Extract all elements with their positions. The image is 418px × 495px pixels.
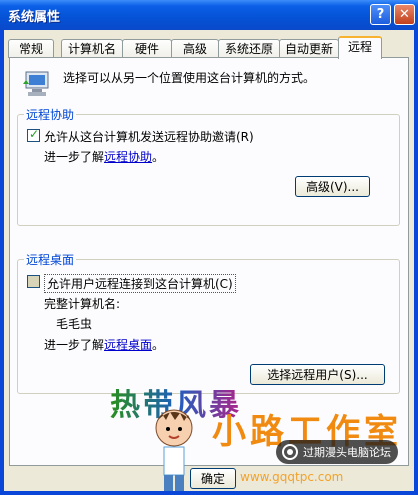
remote-desktop-link[interactable]: 远程桌面	[104, 338, 152, 352]
close-icon: ✕	[399, 7, 410, 22]
computer-name-label: 完整计算机名:	[44, 297, 121, 311]
help-button[interactable]: ?	[370, 4, 391, 25]
remote-computer-icon	[23, 71, 49, 96]
remote-assistance-link[interactable]: 远程协助	[104, 150, 152, 164]
remote-desktop-learn-more: 进一步了解远程桌面。	[44, 338, 165, 352]
remote-desktop-group: 远程桌面 允许用户远程连接到这台计算机(C) 完整计算机名: 毛毛虫 进一步了解…	[17, 251, 400, 394]
tab-automatic-updates[interactable]: 自动更新	[279, 39, 339, 58]
remote-desktop-title: 远程桌面	[24, 251, 77, 268]
tab-advanced[interactable]: 高级	[171, 39, 219, 58]
title-bar[interactable]: 系统属性 ? ✕	[0, 0, 418, 30]
remote-assistance-learn-more: 进一步了解远程协助。	[44, 150, 165, 164]
remote-assistance-group: 远程协助 允许从这台计算机发送远程协助邀请(R) 进一步了解远程协助。 高级(V…	[17, 106, 400, 226]
remote-assistance-title: 远程协助	[24, 106, 77, 123]
window-title: 系统属性	[8, 10, 61, 25]
advanced-button[interactable]: 高级(V)...	[295, 176, 370, 197]
remote-desktop-checkbox[interactable]	[27, 275, 40, 288]
forum-badge: 过期漫头电脑论坛	[276, 440, 398, 464]
tab-computer-name[interactable]: 计算机名	[61, 39, 123, 58]
system-properties-window: 系统属性 ? ✕ 常规 计算机名 硬件 高级 系统还原 自动更新 远程 选择可以…	[0, 0, 418, 495]
forum-text: 过期漫头电脑论坛	[303, 446, 391, 459]
tab-system-restore[interactable]: 系统还原	[218, 39, 280, 58]
brand-url: www.gqqtpc.com	[240, 470, 344, 484]
remote-assistance-checkbox-label[interactable]: 允许从这台计算机发送远程协助邀请(R)	[44, 128, 254, 145]
close-button[interactable]: ✕	[394, 4, 415, 25]
select-remote-users-button[interactable]: 选择远程用户(S)...	[250, 364, 385, 385]
forum-logo-icon	[282, 444, 298, 460]
intro-text: 选择可以从另一个位置使用这台计算机的方式。	[63, 71, 316, 85]
remote-assistance-checkbox[interactable]	[27, 127, 40, 142]
tab-general[interactable]: 常规	[8, 39, 54, 58]
help-icon: ?	[376, 7, 385, 22]
tab-remote[interactable]: 远程	[338, 36, 382, 59]
remote-desktop-checkbox-label[interactable]: 允许用户远程连接到这台计算机(C)	[44, 274, 236, 293]
computer-name-value: 毛毛虫	[56, 317, 93, 331]
cartoon-mascot-icon	[155, 409, 193, 491]
tab-hardware[interactable]: 硬件	[122, 39, 172, 58]
